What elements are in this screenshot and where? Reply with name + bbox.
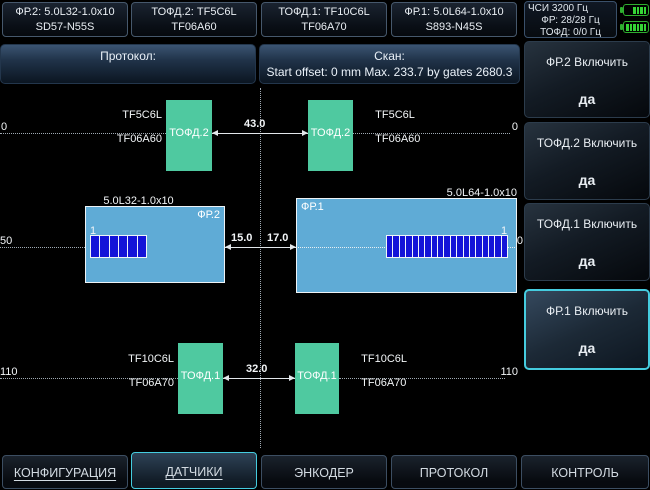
fr-distance-right-value: 17.0 — [267, 232, 288, 244]
tofd1-distance-arrow — [223, 378, 295, 379]
fr-distance-left-value: 15.0 — [231, 232, 252, 244]
tofd1-distance-value: 32.0 — [246, 363, 267, 375]
top-tab-fr1-line2: S893-N45S — [392, 20, 516, 35]
top-tab-tofd2-line2: TF06A60 — [132, 20, 256, 35]
fr2-element-array — [90, 235, 147, 258]
bottom-tab-encoder[interactable]: ЭНКОДЕР — [261, 455, 387, 489]
top-tab-tofd2-line1: ТОФД.2: TF5C6L — [132, 5, 256, 20]
sidebar-button-tofd2-enable[interactable]: ТОФД.2 Включить да — [524, 122, 650, 200]
scan-offset-value: Start offset: 0 mm Max. 233.7 by gates 2… — [260, 65, 519, 79]
tofd1-right-probe-name: TF10C6L TF06A70 — [343, 341, 407, 401]
tofd1-enable-label: ТОФД.1 Включить — [525, 217, 649, 231]
top-tab-tofd1-line1: ТОФД.1: TF10C6L — [262, 5, 386, 20]
top-tab-fr2-line1: ФР.2: 5.0L32-1.0x10 — [3, 5, 127, 20]
fr-rate-value: ФР: 28/28 Гц — [528, 15, 613, 27]
tofd2-right-probe-box: ТОФД.2 — [308, 100, 353, 171]
top-tab-fr2[interactable]: ФР.2: 5.0L32-1.0x10 SD57-N55S — [2, 2, 128, 37]
fr1-enable-value: да — [526, 340, 648, 356]
top-tab-fr1[interactable]: ФР.1: 5.0L64-1.0x10 S893-N45S — [391, 2, 517, 37]
tofd1-left-probe-name: TF10C6L TF06A70 — [94, 341, 174, 401]
prf-value: ЧСИ 3200 Гц — [528, 3, 613, 15]
battery-icon-1 — [623, 4, 649, 16]
top-tab-tofd2[interactable]: ТОФД.2: TF5C6L TF06A60 — [131, 2, 257, 37]
sidebar-button-fr1-enable[interactable]: ФР.1 Включить да — [524, 289, 650, 370]
ruler-tofd1-left: 110 — [0, 366, 18, 378]
status-panel: ЧСИ 3200 Гц ФР: 28/28 Гц ТОФД: 0/0 Гц — [524, 1, 617, 38]
fr2-enable-label: ФР.2 Включить — [525, 55, 649, 69]
tofd2-left-probe-name: TF5C6L TF06A60 — [82, 97, 162, 157]
tofd2-distance-value: 43.0 — [244, 118, 265, 130]
sidebar-button-fr2-enable[interactable]: ФР.2 Включить да — [524, 41, 650, 118]
tofd1-enable-value: да — [525, 253, 649, 269]
bottom-tab-configuration[interactable]: КОНФИГУРАЦИЯ — [2, 455, 128, 489]
device-screen: ФР.2: 5.0L32-1.0x10 SD57-N55S ТОФД.2: TF… — [0, 0, 650, 490]
scan-panel[interactable]: Скан: Start offset: 0 mm Max. 233.7 by g… — [259, 44, 520, 84]
ruler-tofd1-right: 110 — [493, 366, 518, 378]
fr2-box-label: ФР.2 — [197, 209, 220, 221]
top-tab-fr2-line2: SD57-N55S — [3, 20, 127, 35]
fr1-box-label: ФР.1 — [301, 201, 324, 213]
tofd2-right-probe-name: TF5C6L TF06A60 — [357, 97, 420, 157]
tofd2-enable-label: ТОФД.2 Включить — [525, 136, 649, 150]
bottom-tab-probes[interactable]: ДАТЧИКИ — [131, 452, 257, 489]
tofd1-right-probe-box: ТОФД.1 — [295, 343, 339, 414]
protocol-panel[interactable]: Протокол: — [0, 44, 256, 84]
fr1-element-array — [386, 235, 508, 258]
ruler-tofd2-left: 0 — [1, 121, 7, 133]
tofd2-enable-value: да — [525, 172, 649, 188]
tofd-rate-value: ТОФД: 0/0 Гц — [528, 27, 613, 39]
tofd2-distance-arrow — [212, 133, 308, 134]
tofd1-left-probe-box: ТОФД.1 — [178, 343, 223, 414]
battery-icon-2 — [623, 21, 649, 33]
fr-distance-arrow — [225, 247, 296, 248]
scan-label: Скан: — [260, 49, 519, 63]
top-tab-fr1-line1: ФР.1: 5.0L64-1.0x10 — [392, 5, 516, 20]
protocol-label: Протокол: — [1, 49, 255, 63]
weld-center-line — [260, 88, 261, 448]
fr2-enable-value: да — [525, 91, 649, 107]
bottom-tab-control[interactable]: КОНТРОЛЬ — [521, 455, 649, 489]
sidebar-button-tofd1-enable[interactable]: ТОФД.1 Включить да — [524, 203, 650, 281]
bottom-tab-protocol[interactable]: ПРОТОКОЛ — [391, 455, 517, 489]
top-tab-tofd1-line2: TF06A70 — [262, 20, 386, 35]
ruler-tofd2-right: 0 — [493, 121, 518, 133]
top-tab-tofd1[interactable]: ТОФД.1: TF10C6L TF06A70 — [261, 2, 387, 37]
tofd2-left-probe-box: ТОФД.2 — [166, 100, 212, 171]
ruler-fr-left: 50 — [0, 235, 12, 247]
fr-axis-left — [0, 247, 85, 248]
fr1-enable-label: ФР.1 Включить — [526, 304, 648, 318]
